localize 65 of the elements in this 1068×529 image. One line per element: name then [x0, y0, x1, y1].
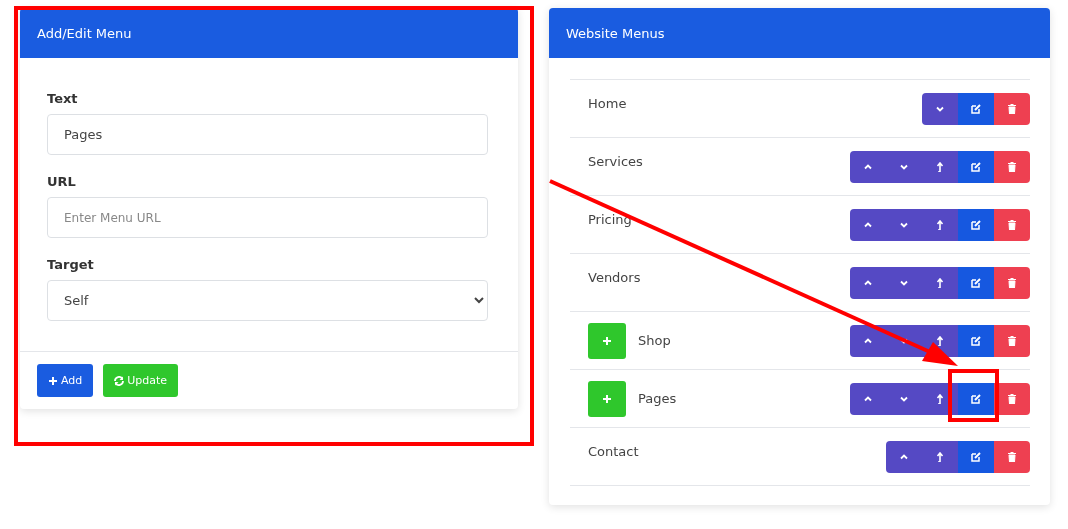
edit-button[interactable]: [958, 150, 994, 183]
plus-icon: [48, 375, 58, 386]
move-up-button[interactable]: [850, 208, 886, 241]
move-down-button[interactable]: [922, 92, 958, 125]
edit-button[interactable]: [958, 92, 994, 125]
trash-icon: [1007, 335, 1017, 346]
input-field[interactable]: Enter Menu URL: [47, 197, 488, 238]
input-field[interactable]: Pages: [47, 114, 488, 155]
refresh-icon: [114, 375, 125, 386]
trash-icon: [1007, 393, 1017, 404]
turn-up-arrow-icon: [935, 335, 945, 346]
field-label: URL: [47, 174, 76, 189]
edit-button[interactable]: [958, 266, 994, 299]
delete-button[interactable]: [994, 92, 1030, 125]
edit-button[interactable]: [958, 324, 994, 357]
menu-item-name: Contact: [588, 443, 640, 459]
highlight-box: [948, 369, 999, 422]
edit-button[interactable]: [958, 208, 994, 241]
edit-icon: [971, 161, 981, 172]
move-up-button[interactable]: [886, 440, 922, 473]
plus-icon: [602, 335, 612, 346]
outdent-button[interactable]: [922, 266, 958, 299]
move-up-button[interactable]: [850, 324, 886, 357]
turn-up-arrow-icon: [935, 393, 945, 404]
menu-item-name: Pricing: [588, 211, 633, 227]
outdent-button[interactable]: [922, 208, 958, 241]
trash-icon: [1007, 161, 1017, 172]
edit-icon: [971, 335, 981, 346]
edit-icon: [971, 103, 981, 114]
field-label: Text: [47, 91, 78, 106]
outdent-button[interactable]: [922, 440, 958, 473]
field-label: Target: [47, 257, 94, 272]
edit-button[interactable]: [958, 440, 994, 473]
delete-button[interactable]: [994, 440, 1030, 473]
delete-button[interactable]: [994, 150, 1030, 183]
menu-item-name: Pages: [638, 391, 678, 406]
select-field[interactable]: Self: [47, 280, 488, 321]
plus-icon: [602, 393, 612, 404]
menu-item-name: Home: [588, 95, 628, 111]
edit-button[interactable]: [958, 382, 994, 415]
delete-button[interactable]: [994, 266, 1030, 299]
edit-icon: [971, 219, 981, 230]
move-up-button[interactable]: [850, 150, 886, 183]
menu-item-name: Vendors: [588, 269, 642, 285]
menu-item-name: Services: [588, 153, 644, 169]
trash-icon: [1007, 451, 1017, 462]
turn-up-arrow-icon: [935, 277, 945, 288]
add-button[interactable]: Add: [37, 364, 94, 397]
turn-up-arrow-icon: [935, 219, 945, 230]
turn-up-arrow-icon: [935, 451, 945, 462]
move-up-button[interactable]: [850, 382, 886, 415]
menu-item-name: Shop: [638, 333, 672, 348]
card-title: Website Menus: [566, 25, 665, 41]
delete-button[interactable]: [994, 208, 1030, 241]
delete-button[interactable]: [994, 324, 1030, 357]
trash-icon: [1007, 277, 1017, 288]
card-title: Add/Edit Menu: [37, 25, 132, 41]
move-up-button[interactable]: [850, 266, 886, 299]
edit-icon: [971, 451, 981, 462]
turn-up-arrow-icon: [935, 161, 945, 172]
trash-icon: [1007, 103, 1017, 114]
edit-icon: [971, 277, 981, 288]
outdent-button[interactable]: [922, 150, 958, 183]
edit-icon: [971, 393, 981, 404]
trash-icon: [1007, 219, 1017, 230]
